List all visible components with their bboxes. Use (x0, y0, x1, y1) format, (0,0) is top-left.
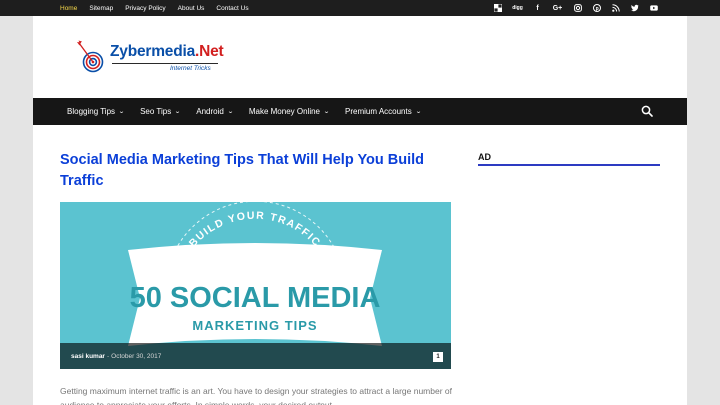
chevron-down-icon: ⌄ (414, 109, 422, 115)
site-logo[interactable]: Zybermedia.Net Internet Tricks (76, 38, 236, 78)
sidebar-heading-rule (478, 164, 660, 166)
pinterest-icon[interactable]: p (592, 4, 601, 13)
rss-icon[interactable] (611, 4, 620, 13)
top-link-home[interactable]: Home (60, 5, 77, 12)
chevron-down-icon: ⌄ (174, 109, 181, 115)
site-brand: Zybermedia.Net (110, 43, 224, 60)
top-link-contact-us[interactable]: Contact Us (216, 5, 248, 12)
nav-item-blogging-tips[interactable]: Blogging Tips ⌄ (67, 107, 125, 116)
instagram-icon[interactable] (573, 4, 582, 13)
top-link-sitemap[interactable]: Sitemap (89, 5, 113, 12)
google-plus-icon[interactable]: G+ (552, 4, 563, 13)
delicious-icon[interactable] (493, 4, 502, 13)
chevron-down-icon: ⌄ (118, 109, 125, 115)
top-menu: Home Sitemap Privacy Policy About Us Con… (60, 0, 249, 16)
youtube-icon[interactable] (649, 4, 658, 13)
nav-item-android[interactable]: Android ⌄ (196, 107, 233, 116)
sidebar-ad-heading: AD (478, 152, 491, 162)
article-title[interactable]: Social Media Marketing Tips That Will He… (60, 150, 460, 192)
main-navigation: Blogging Tips ⌄ Seo Tips ⌄ Android ⌄ Make M… (33, 98, 687, 125)
chevron-down-icon: ⌄ (227, 109, 234, 115)
top-link-about-us[interactable]: About Us (178, 5, 205, 12)
social-links: digg f G+ p (493, 0, 658, 16)
top-bar: Home Sitemap Privacy Policy About Us Con… (0, 0, 720, 16)
nav-item-seo-tips[interactable]: Seo Tips ⌄ (140, 107, 181, 116)
comment-count-badge[interactable]: 1 (433, 352, 443, 362)
search-icon[interactable] (641, 105, 653, 117)
top-link-privacy-policy[interactable]: Privacy Policy (125, 5, 165, 12)
post-date: October 30, 2017 (111, 353, 162, 360)
logo-underline (112, 63, 218, 64)
hero-headline: 50 SOCIAL MEDIA (130, 282, 381, 314)
digg-icon[interactable]: digg (512, 4, 523, 13)
svg-text:p: p (595, 6, 598, 12)
article-excerpt: Getting maximum internet traffic is an a… (60, 386, 452, 405)
site-tagline: Internet Tricks (170, 65, 211, 72)
facebook-icon[interactable]: f (533, 4, 542, 13)
nav-item-make-money-online[interactable]: Make Money Online ⌄ (249, 107, 330, 116)
twitter-icon[interactable] (630, 4, 639, 13)
featured-image[interactable]: BUILD YOUR TRAFFIC 50 SOCIAL MEDIA MARKE… (60, 202, 451, 369)
post-author[interactable]: sasi kumar (71, 353, 105, 360)
chevron-down-icon: ⌄ (323, 109, 330, 115)
nav-item-premium-accounts[interactable]: Premium Accounts ⌄ (345, 107, 421, 116)
hero-subheadline: MARKETING TIPS (192, 318, 317, 333)
post-meta: sasi kumar - October 30, 2017 (71, 353, 162, 360)
target-logo-icon (77, 40, 104, 73)
